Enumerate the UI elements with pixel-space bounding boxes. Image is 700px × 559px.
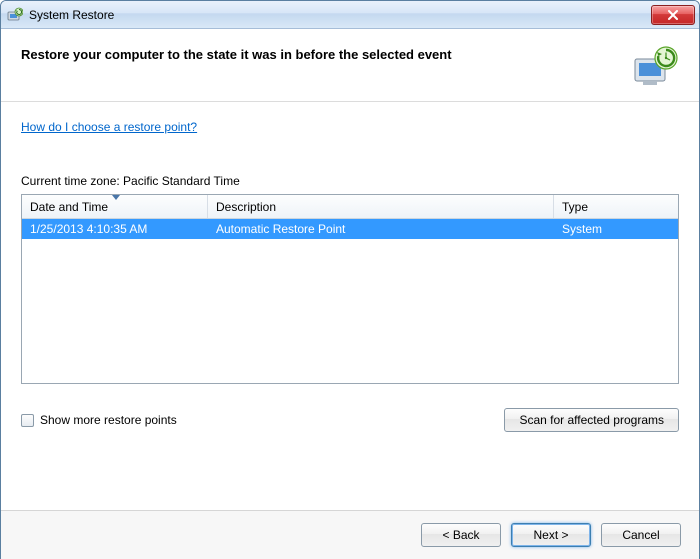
cell-type: System bbox=[554, 220, 678, 238]
page-heading: Restore your computer to the state it wa… bbox=[21, 47, 631, 62]
column-label: Type bbox=[562, 200, 588, 214]
sort-descending-icon bbox=[112, 195, 120, 200]
column-label: Description bbox=[216, 200, 276, 214]
wizard-body: How do I choose a restore point? Current… bbox=[1, 102, 699, 442]
column-type[interactable]: Type bbox=[554, 195, 678, 218]
wizard-header: Restore your computer to the state it wa… bbox=[1, 29, 699, 102]
scan-affected-programs-button[interactable]: Scan for affected programs bbox=[504, 408, 679, 432]
table-row[interactable]: 1/25/2013 4:10:35 AM Automatic Restore P… bbox=[22, 219, 678, 239]
close-icon bbox=[667, 10, 679, 20]
timezone-label: Current time zone: Pacific Standard Time bbox=[21, 174, 679, 188]
window-title: System Restore bbox=[29, 8, 651, 22]
restore-points-table[interactable]: Date and Time Description Type 1/25/2013… bbox=[21, 194, 679, 384]
cell-description: Automatic Restore Point bbox=[208, 220, 554, 238]
column-date-and-time[interactable]: Date and Time bbox=[22, 195, 208, 218]
next-button[interactable]: Next > bbox=[511, 523, 591, 547]
restore-hero-icon bbox=[631, 43, 679, 91]
table-header: Date and Time Description Type bbox=[22, 195, 678, 219]
system-restore-icon bbox=[7, 7, 23, 23]
cancel-button[interactable]: Cancel bbox=[601, 523, 681, 547]
table-options-row: Show more restore points Scan for affect… bbox=[21, 408, 679, 432]
wizard-footer: < Back Next > Cancel bbox=[1, 510, 699, 559]
checkbox-icon bbox=[21, 414, 34, 427]
back-button[interactable]: < Back bbox=[421, 523, 501, 547]
column-description[interactable]: Description bbox=[208, 195, 554, 218]
help-link[interactable]: How do I choose a restore point? bbox=[21, 120, 197, 134]
titlebar: System Restore bbox=[1, 1, 699, 29]
close-button[interactable] bbox=[651, 5, 695, 25]
show-more-restore-points[interactable]: Show more restore points bbox=[21, 413, 177, 427]
checkbox-label: Show more restore points bbox=[40, 413, 177, 427]
column-label: Date and Time bbox=[30, 200, 108, 214]
cell-date: 1/25/2013 4:10:35 AM bbox=[22, 220, 208, 238]
